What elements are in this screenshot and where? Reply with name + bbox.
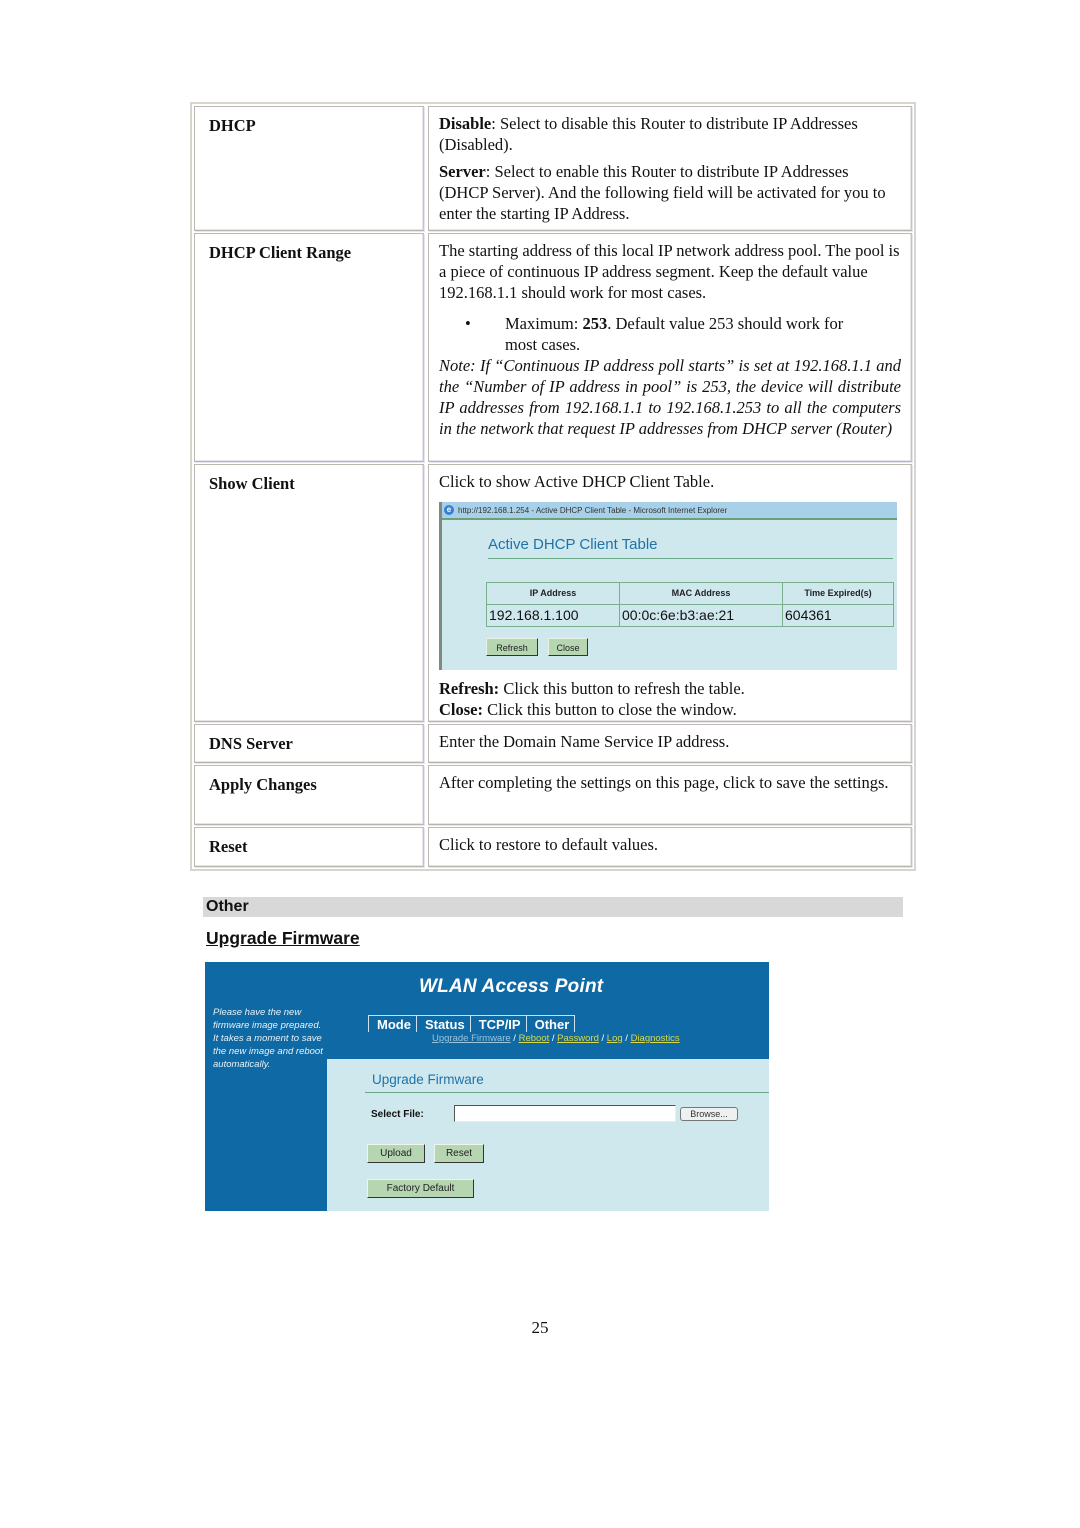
separator: / xyxy=(549,1033,558,1044)
page-title: Upgrade Firmware xyxy=(372,1072,484,1087)
desc-text: Click to restore to default values. xyxy=(439,835,659,854)
tab-tcpip[interactable]: TCP/IP xyxy=(469,1015,526,1032)
row-description: Click to restore to default values. xyxy=(428,827,912,867)
separator: / xyxy=(598,1033,607,1044)
table-row: Show Client Click to show Active DHCP Cl… xyxy=(194,464,912,722)
close-button[interactable]: Close xyxy=(548,638,588,656)
desc-text: : Select to disable this Router to distr… xyxy=(439,114,858,154)
sub-navigation: Upgrade Firmware / Reboot / Password / L… xyxy=(432,1033,680,1044)
desc-text: Enter the Domain Name Service IP address… xyxy=(439,732,730,751)
separator: / xyxy=(510,1033,519,1044)
table-row: DHCP Disable: Select to disable this Rou… xyxy=(194,106,912,231)
desc-text: Click to show Active DHCP Client Table. xyxy=(439,472,715,491)
row-description: After completing the settings on this pa… xyxy=(428,765,912,825)
tab-mode[interactable]: Mode xyxy=(368,1015,416,1032)
row-label: Reset xyxy=(194,827,424,867)
link-reboot[interactable]: Reboot xyxy=(519,1033,550,1044)
term-disable: Disable xyxy=(439,114,492,133)
link-diagnostics[interactable]: Diagnostics xyxy=(631,1033,680,1044)
row-description: Click to show Active DHCP Client Table. … xyxy=(428,464,912,722)
sidebar-panel xyxy=(205,1059,327,1211)
link-log[interactable]: Log xyxy=(607,1033,623,1044)
table-row: DNS Server Enter the Domain Name Service… xyxy=(194,724,912,763)
ie-icon: e xyxy=(444,505,454,515)
desc-text: Click this button to close the window. xyxy=(483,700,737,719)
tab-status[interactable]: Status xyxy=(415,1015,470,1032)
factory-default-button[interactable]: Factory Default xyxy=(367,1179,474,1198)
refresh-button[interactable]: Refresh xyxy=(486,638,538,656)
subsection-heading: Upgrade Firmware xyxy=(206,928,360,948)
sidebar-help-text: Please have the new firmware image prepa… xyxy=(213,1007,323,1070)
row-label: DNS Server xyxy=(194,724,424,763)
window-titlebar: e http://192.168.1.254 - Active DHCP Cli… xyxy=(442,502,897,520)
wlan-upgrade-firmware-screenshot: WLAN Access Point Mode Status TCP/IP Oth… xyxy=(205,962,769,1211)
row-label: DHCP Client Range xyxy=(194,233,424,462)
row-label: DHCP xyxy=(194,106,424,231)
desc-text: : Select to enable this Router to distri… xyxy=(439,162,886,223)
client-table: IP Address MAC Address Time Expired(s) 1… xyxy=(486,582,894,627)
table-row: Reset Click to restore to default values… xyxy=(194,827,912,867)
select-file-label: Select File: xyxy=(371,1109,424,1120)
row-label: Apply Changes xyxy=(194,765,424,825)
cell-mac: 00:0c:6e:b3:ae:21 xyxy=(619,604,783,627)
content-panel: Upgrade Firmware Select File: Browse... … xyxy=(327,1059,769,1211)
table-row: DHCP Client Range The starting address o… xyxy=(194,233,912,462)
bullet-text: Maximum: xyxy=(505,314,583,333)
bullet-item: • Maximum: 253. Default value 253 should… xyxy=(439,313,901,355)
row-description: Enter the Domain Name Service IP address… xyxy=(428,724,912,763)
brand-title: WLAN Access Point xyxy=(419,976,604,997)
column-header: MAC Address xyxy=(619,582,783,605)
desc-text: The starting address of this local IP ne… xyxy=(439,241,900,302)
file-path-input[interactable] xyxy=(454,1105,676,1122)
link-password[interactable]: Password xyxy=(557,1033,599,1044)
divider xyxy=(488,558,893,559)
row-description: Disable: Select to disable this Router t… xyxy=(428,106,912,231)
separator: / xyxy=(622,1033,631,1044)
column-header: IP Address xyxy=(486,582,620,605)
dhcp-client-table-screenshot: e http://192.168.1.254 - Active DHCP Cli… xyxy=(439,502,897,670)
term-close: Close: xyxy=(439,700,483,719)
reset-button[interactable]: Reset xyxy=(434,1144,484,1163)
note-text: Note: If “Continuous IP address poll sta… xyxy=(439,356,901,438)
divider xyxy=(365,1092,769,1093)
upload-button[interactable]: Upload xyxy=(367,1144,425,1163)
desc-text: Click this button to refresh the table. xyxy=(499,679,745,698)
bullet-icon: • xyxy=(465,314,471,333)
main-tabs: Mode Status TCP/IP Other xyxy=(368,1015,576,1032)
page-number: 25 xyxy=(531,1318,549,1337)
column-header: Time Expired(s) xyxy=(782,582,894,605)
term-server: Server xyxy=(439,162,486,181)
table-row: 192.168.1.100 00:0c:6e:b3:ae:21 604361 xyxy=(486,604,894,627)
window-title: http://192.168.1.254 - Active DHCP Clien… xyxy=(458,505,728,515)
row-label: Show Client xyxy=(194,464,424,722)
bullet-value: 253 xyxy=(582,314,608,333)
tab-other[interactable]: Other xyxy=(525,1015,576,1032)
cell-ip: 192.168.1.100 xyxy=(486,604,620,627)
link-upgrade-firmware[interactable]: Upgrade Firmware xyxy=(432,1033,511,1044)
row-description: The starting address of this local IP ne… xyxy=(428,233,912,462)
parameter-table: DHCP Disable: Select to disable this Rou… xyxy=(190,102,916,871)
popup-heading: Active DHCP Client Table xyxy=(488,536,658,553)
term-refresh: Refresh: xyxy=(439,679,500,698)
desc-text: After completing the settings on this pa… xyxy=(439,773,889,792)
section-title: Other xyxy=(203,897,903,917)
cell-time: 604361 xyxy=(782,604,894,627)
browse-button[interactable]: Browse... xyxy=(680,1107,738,1121)
table-row: Apply Changes After completing the setti… xyxy=(194,765,912,825)
